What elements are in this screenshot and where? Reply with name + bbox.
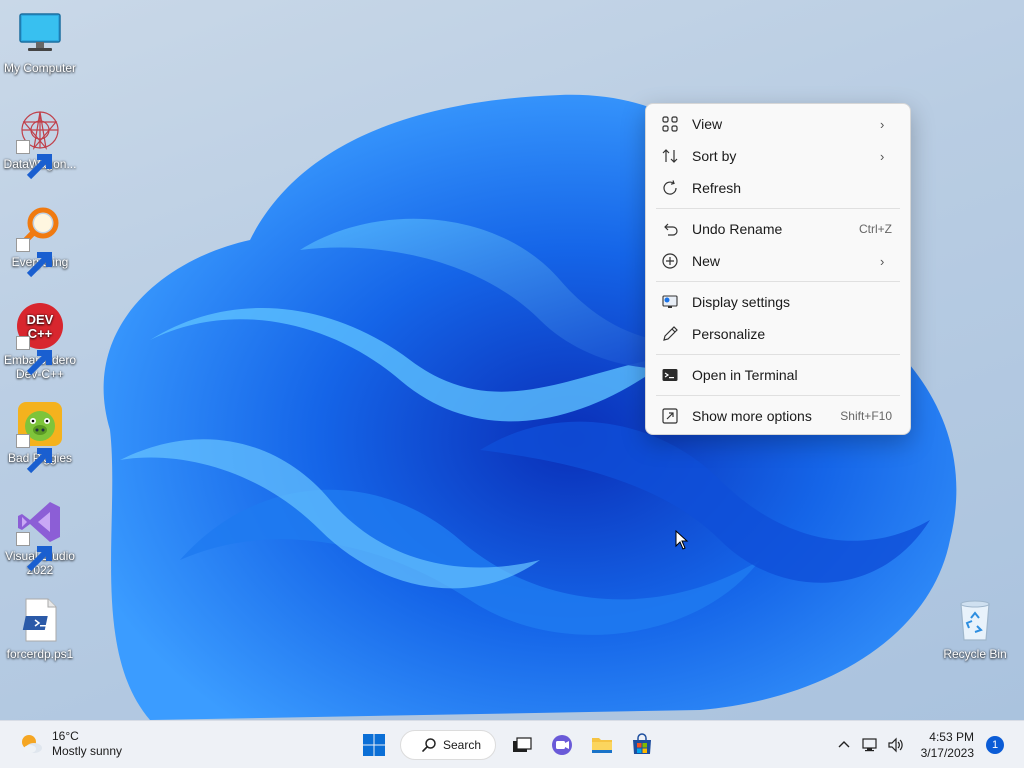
desktop-icon-devcpp[interactable]: DEV C++ Embarcadero Dev-C++ — [0, 302, 80, 381]
shortcut-arrow-icon — [16, 532, 52, 572]
shortcut-arrow-icon — [16, 238, 52, 278]
refresh-icon — [660, 178, 680, 198]
task-view-button[interactable] — [502, 727, 542, 763]
desktop-icon-visual-studio[interactable]: Visual Studio 2022 — [0, 498, 80, 577]
partly-sunny-icon — [18, 731, 44, 757]
desktop-icon-label: forcerdp.ps1 — [6, 647, 74, 661]
shortcut-arrow-icon — [16, 140, 52, 180]
menu-item-label: New — [692, 253, 721, 269]
system-tray: 4:53 PM 3/17/2023 1 — [831, 721, 1024, 768]
chevron-right-icon: › — [880, 148, 885, 164]
desktop-icon-label: My Computer — [3, 61, 77, 75]
menu-item-label: Open in Terminal — [692, 367, 798, 383]
menu-item-view[interactable]: View › — [650, 108, 906, 140]
shortcut-arrow-icon — [16, 434, 52, 474]
pen-icon — [660, 324, 680, 344]
menu-item-new[interactable]: New › — [650, 245, 906, 277]
desktop-icon-bad-piggies[interactable]: Bad Piggies — [0, 400, 80, 474]
menu-separator — [656, 208, 900, 209]
clock-date: 3/17/2023 — [920, 746, 974, 760]
desktop-icon-recycle-bin[interactable]: Recycle Bin — [935, 596, 1015, 661]
menu-item-undo-rename[interactable]: Undo Rename Ctrl+Z — [650, 213, 906, 245]
devcpp-icon: DEV C++ — [16, 302, 64, 376]
taskbar-clock[interactable]: 4:53 PM 3/17/2023 — [921, 729, 974, 761]
windows-logo-icon — [363, 734, 385, 756]
desktop-icon-my-computer[interactable]: My Computer — [0, 10, 80, 75]
menu-item-shortcut: Ctrl+Z — [859, 222, 892, 236]
svg-text:DEV: DEV — [27, 312, 54, 327]
menu-item-shortcut: Shift+F10 — [840, 409, 892, 423]
desktop-icon-datawagon[interactable]: DataWagon... — [0, 106, 80, 180]
sort-icon — [660, 146, 680, 166]
volume-button[interactable] — [883, 730, 909, 760]
menu-item-label: Personalize — [692, 326, 766, 342]
terminal-icon — [660, 365, 680, 385]
menu-item-label: Refresh — [692, 180, 742, 196]
desktop-icon-everything[interactable]: Everything — [0, 204, 80, 278]
chevron-right-icon: › — [880, 253, 885, 269]
chevron-right-icon: › — [880, 116, 885, 132]
weather-temperature: 16°C — [52, 729, 79, 743]
speaker-icon — [888, 737, 903, 753]
microsoft-store-button[interactable] — [622, 727, 662, 763]
teams-chat-icon — [552, 735, 572, 755]
desktop-icon-forcerdp[interactable]: forcerdp.ps1 — [0, 596, 80, 661]
menu-item-display-settings[interactable]: Display settings — [650, 286, 906, 318]
undo-icon — [660, 219, 680, 239]
menu-item-sort-by[interactable]: Sort by › — [650, 140, 906, 172]
menu-separator — [656, 281, 900, 282]
chat-button[interactable] — [542, 727, 582, 763]
everything-search-icon — [16, 204, 64, 278]
visual-studio-icon — [16, 498, 64, 572]
menu-item-personalize[interactable]: Personalize — [650, 318, 906, 350]
menu-item-label: View — [692, 116, 723, 132]
weather-condition: Mostly sunny — [52, 744, 123, 758]
menu-item-refresh[interactable]: Refresh — [650, 172, 906, 204]
start-button[interactable] — [354, 727, 394, 763]
bad-piggies-icon — [16, 400, 64, 474]
monitor-icon — [16, 10, 64, 58]
taskbar-search-box[interactable]: Search — [400, 730, 496, 760]
datawagon-icon — [16, 106, 64, 180]
menu-item-show-more-options[interactable]: Show more options Shift+F10 — [650, 400, 906, 432]
shortcut-arrow-icon — [16, 336, 52, 376]
folder-icon — [592, 738, 612, 753]
more-options-icon — [660, 406, 680, 426]
recycle-bin-icon — [951, 596, 999, 644]
new-plus-icon — [660, 251, 680, 271]
weather-widget[interactable]: 16°C Mostly sunny — [18, 729, 122, 759]
network-button[interactable] — [857, 730, 883, 760]
taskbar-center: Search — [354, 727, 662, 763]
desktop-icon-label: Recycle Bin — [943, 647, 1007, 661]
chevron-up-icon — [838, 741, 850, 748]
clock-time: 4:53 PM — [929, 730, 974, 744]
menu-item-open-in-terminal[interactable]: Open in Terminal — [650, 359, 906, 391]
menu-separator — [656, 395, 900, 396]
taskbar: 16°C Mostly sunny Search 4:53 PM 3/17/20… — [0, 720, 1024, 768]
show-hidden-icons-button[interactable] — [831, 730, 857, 760]
store-icon — [633, 733, 651, 754]
file-explorer-button[interactable] — [582, 727, 622, 763]
menu-item-label: Display settings — [692, 294, 791, 310]
notification-badge[interactable]: 1 — [986, 736, 1004, 754]
menu-item-label: Sort by — [692, 148, 737, 164]
task-view-icon — [513, 737, 532, 752]
mouse-cursor-icon — [675, 529, 689, 555]
desktop-context-menu: View › Sort by › Refresh Undo Rename Ctr… — [645, 103, 911, 435]
search-label: Search — [443, 738, 482, 752]
menu-item-label: Show more options — [692, 408, 812, 424]
menu-item-label: Undo Rename — [692, 221, 783, 237]
display-settings-icon — [660, 292, 680, 312]
grid-view-icon — [660, 114, 680, 134]
menu-separator — [656, 354, 900, 355]
network-icon — [862, 738, 877, 752]
search-icon — [422, 738, 436, 752]
powershell-script-icon — [16, 596, 64, 644]
